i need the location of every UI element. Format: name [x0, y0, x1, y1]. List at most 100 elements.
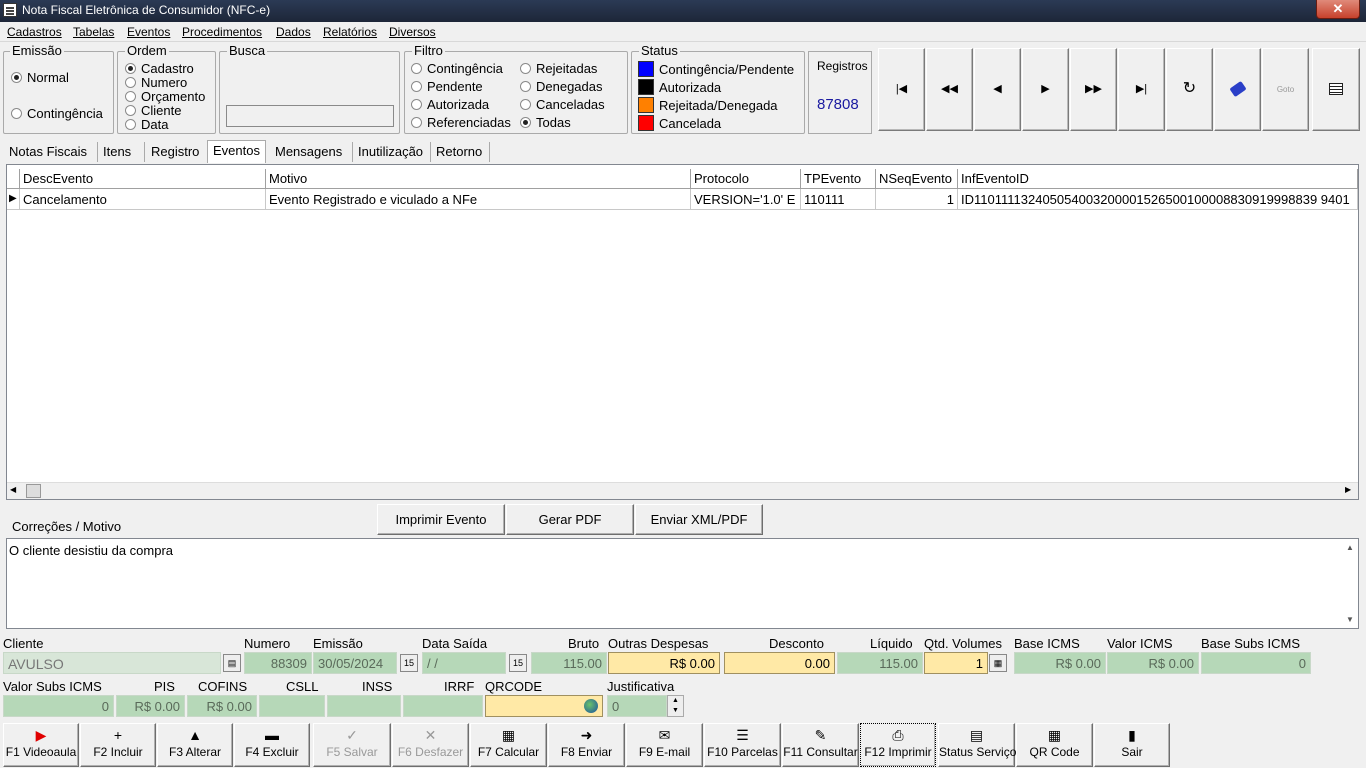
tab-inutilizacao[interactable]: Inutilização — [356, 144, 425, 164]
volumes-calculator-icon[interactable]: ▦ — [989, 654, 1007, 672]
data-saida-calendar-icon[interactable]: 15 — [509, 654, 527, 672]
table-cell-motivo[interactable]: Evento Registrado e viculado a NFe — [266, 189, 691, 210]
ordem-numero-radio[interactable]: Numero — [125, 75, 187, 90]
filtro-rejeitadas-radio[interactable]: Rejeitadas — [520, 61, 597, 76]
emissao-contingencia-radio[interactable]: Contingência — [11, 106, 103, 121]
filtro-contingencia-radio[interactable]: Contingência — [411, 61, 503, 76]
f-alterar-button[interactable]: ▲ F3 Alterar — [157, 723, 233, 767]
f-imprimir-button[interactable]: ⎙ F12 Imprimir — [860, 723, 936, 767]
bruto-field[interactable]: 115.00 — [531, 652, 607, 674]
tab-notas-fiscais[interactable]: Notas Fiscais — [7, 144, 89, 164]
base-icms-field[interactable]: R$ 0.00 — [1014, 652, 1106, 674]
f-parcelas-button[interactable]: ☰ F10 Parcelas — [704, 723, 781, 767]
imprimir-evento-button[interactable]: Imprimir Evento — [377, 504, 505, 535]
justificativa-spinner[interactable]: ▲ ▼ — [667, 695, 684, 717]
col-inf-evento-id[interactable]: InfEventoID — [958, 169, 1358, 189]
filtro-autorizada-radio[interactable]: Autorizada — [411, 97, 489, 112]
memo-scroll-down-icon[interactable]: ▼ — [1346, 615, 1354, 624]
tab-itens[interactable]: Itens — [101, 144, 133, 164]
numero-field[interactable]: 88309 — [244, 652, 312, 674]
col-motivo[interactable]: Motivo — [266, 169, 691, 189]
grid-horizontal-scrollbar[interactable]: ◀ ▶ — [7, 482, 1358, 499]
nav-last-button[interactable]: ▶| — [1118, 48, 1165, 131]
f-consultar-button[interactable]: ✎ F11 Consultar — [782, 723, 859, 767]
nav-goto-button[interactable]: Goto — [1262, 48, 1309, 131]
tab-retorno[interactable]: Retorno — [434, 144, 484, 164]
pis-field[interactable]: R$ 0.00 — [116, 695, 185, 717]
ordem-cliente-radio[interactable]: Cliente — [125, 103, 181, 118]
f-desfazer-button[interactable]: ✕ F6 Desfazer — [392, 723, 469, 767]
nav-next-button[interactable]: ▶ — [1022, 48, 1069, 131]
csll-field[interactable] — [259, 695, 325, 717]
tab-eventos[interactable]: Eventos — [207, 140, 266, 163]
menu-diversos[interactable]: Diversos — [389, 25, 436, 39]
gerar-pdf-button[interactable]: Gerar PDF — [506, 504, 634, 535]
menu-procedimentos[interactable]: Procedimentos — [182, 25, 262, 39]
menu-dados[interactable]: Dados — [276, 25, 311, 39]
justificativa-field[interactable]: 0 — [607, 695, 667, 717]
f-salvar-button[interactable]: ✓ F5 Salvar — [313, 723, 391, 767]
liquido-field[interactable]: 115.00 — [837, 652, 923, 674]
base-subs-icms-field[interactable]: 0 — [1201, 652, 1311, 674]
nav-form-button[interactable] — [1312, 48, 1360, 131]
data-saida-field[interactable]: / / — [422, 652, 506, 674]
f-email-button[interactable]: ✉ F9 E-mail — [626, 723, 703, 767]
inss-field[interactable] — [327, 695, 401, 717]
f-calcular-button[interactable]: ▦ F7 Calcular — [470, 723, 547, 767]
tab-registro[interactable]: Registro — [149, 144, 201, 164]
scroll-thumb[interactable] — [26, 484, 41, 498]
scroll-left-icon[interactable]: ◀ — [10, 485, 16, 494]
f-enviar-button[interactable]: ➜ F8 Enviar — [548, 723, 625, 767]
col-tp-evento[interactable]: TPEvento — [801, 169, 876, 189]
emissao-normal-radio[interactable]: Normal — [11, 70, 69, 85]
cliente-field[interactable]: AVULSO — [3, 652, 221, 674]
globe-icon[interactable] — [584, 699, 598, 713]
nav-next-page-button[interactable]: ▶▶ — [1070, 48, 1117, 131]
f-sair-button[interactable]: ▮ Sair — [1094, 723, 1170, 767]
desconto-field[interactable]: 0.00 — [724, 652, 835, 674]
filtro-todas-radio[interactable]: Todas — [520, 115, 571, 130]
table-cell-infeventoid[interactable]: ID11011113240505400320000152650010000883… — [958, 189, 1358, 210]
f-incluir-button[interactable]: + F2 Incluir — [80, 723, 156, 767]
menu-eventos[interactable]: Eventos — [127, 25, 170, 39]
nav-refresh-button[interactable]: ↻ — [1166, 48, 1213, 131]
nav-tag-button[interactable] — [1214, 48, 1261, 131]
memo-scroll-up-icon[interactable]: ▲ — [1346, 543, 1354, 552]
filtro-denegadas-radio[interactable]: Denegadas — [520, 79, 603, 94]
valor-subs-icms-field[interactable]: 0 — [3, 695, 114, 717]
filtro-canceladas-radio[interactable]: Canceladas — [520, 97, 605, 112]
scroll-right-icon[interactable]: ▶ — [1345, 485, 1351, 494]
emissao-date-field[interactable]: 30/05/2024 — [313, 652, 397, 674]
ordem-cadastro-radio[interactable]: Cadastro — [125, 61, 194, 76]
col-protocolo[interactable]: Protocolo — [691, 169, 801, 189]
table-cell-nseq[interactable]: 1 — [876, 189, 958, 210]
correcoes-memo[interactable]: O cliente desistiu da compra ▲ ▼ — [6, 538, 1359, 629]
f-excluir-button[interactable]: ▬ F4 Excluir — [234, 723, 310, 767]
ordem-data-radio[interactable]: Data — [125, 117, 168, 132]
table-cell-desc[interactable]: Cancelamento — [20, 189, 266, 210]
cliente-lookup-icon[interactable]: ▤ — [223, 654, 241, 672]
nav-prior-page-button[interactable]: ◀◀ — [926, 48, 973, 131]
table-cell-protocolo[interactable]: VERSION='1.0' E — [691, 189, 801, 210]
filtro-pendente-radio[interactable]: Pendente — [411, 79, 483, 94]
outras-despesas-field[interactable]: R$ 0.00 — [608, 652, 720, 674]
col-desc-evento[interactable]: DescEvento — [20, 169, 266, 189]
f-qr-code-button[interactable]: ▦ QR Code — [1016, 723, 1093, 767]
menu-relatorios[interactable]: Relatórios — [323, 25, 377, 39]
nav-prior-button[interactable]: ◀ — [974, 48, 1021, 131]
close-button[interactable]: ✕ — [1316, 0, 1360, 19]
filtro-referenciadas-radio[interactable]: Referenciadas — [411, 115, 511, 130]
busca-input[interactable] — [226, 105, 394, 127]
valor-icms-field[interactable]: R$ 0.00 — [1107, 652, 1199, 674]
ordem-orcamento-radio[interactable]: Orçamento — [125, 89, 205, 104]
f-status-servico-button[interactable]: ▤ Status Serviço — [938, 723, 1016, 767]
emissao-calendar-icon[interactable]: 15 — [400, 654, 418, 672]
tab-mensagens[interactable]: Mensagens — [273, 144, 344, 164]
col-nseq-evento[interactable]: NSeqEvento — [876, 169, 958, 189]
nav-first-button[interactable]: |◀ — [878, 48, 925, 131]
menu-cadastros[interactable]: Cadastros — [7, 25, 62, 39]
irrf-field[interactable] — [403, 695, 483, 717]
cofins-field[interactable]: R$ 0.00 — [187, 695, 257, 717]
enviar-xml-pdf-button[interactable]: Enviar XML/PDF — [635, 504, 763, 535]
qtd-volumes-field[interactable]: 1 — [924, 652, 988, 674]
